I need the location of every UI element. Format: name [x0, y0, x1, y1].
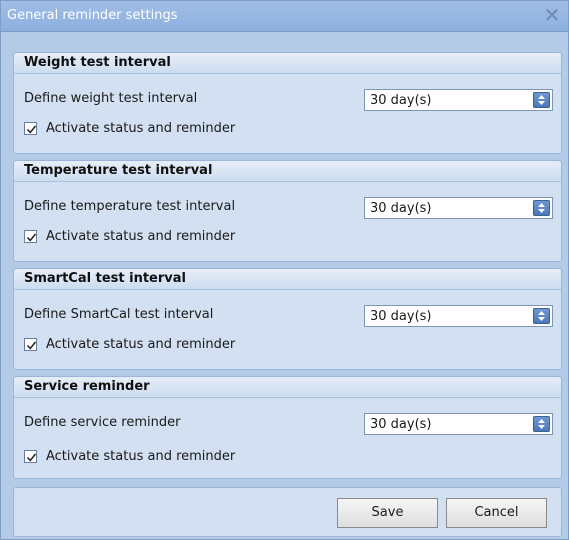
checkbox-checked[interactable]	[24, 450, 37, 463]
checkbox-label: Activate status and reminder	[46, 229, 236, 244]
temperature-interval-label: Define temperature test interval	[24, 199, 236, 214]
temperature-interval-spinner[interactable]: 30 day(s)	[364, 197, 553, 219]
dialog-footer: Save Cancel	[13, 487, 562, 537]
spinner-value: 30 day(s)	[370, 309, 432, 324]
close-icon[interactable]: ✕	[542, 5, 562, 25]
checkbox-label: Activate status and reminder	[46, 121, 236, 136]
smartcal-test-group: SmartCal test interval Define SmartCal t…	[13, 268, 562, 370]
weight-interval-label: Define weight test interval	[24, 91, 198, 106]
window-title: General reminder settings	[7, 8, 178, 23]
title-bar: General reminder settings ✕	[1, 1, 568, 32]
spin-updown-icon[interactable]	[533, 200, 550, 216]
smartcal-interval-label: Define SmartCal test interval	[24, 307, 214, 322]
spin-updown-icon[interactable]	[533, 308, 550, 324]
group-header: Weight test interval	[14, 53, 561, 74]
checkbox-checked[interactable]	[24, 338, 37, 351]
dialog-window: General reminder settings ✕ Weight test …	[0, 0, 569, 540]
service-reminder-spinner[interactable]: 30 day(s)	[364, 413, 553, 435]
group-header: Temperature test interval	[14, 161, 561, 182]
weight-interval-spinner[interactable]: 30 day(s)	[364, 89, 553, 111]
spinner-value: 30 day(s)	[370, 201, 432, 216]
spinner-value: 30 day(s)	[370, 417, 432, 432]
save-button[interactable]: Save	[337, 498, 438, 528]
temperature-test-group: Temperature test interval Define tempera…	[13, 160, 562, 262]
service-reminder-group: Service reminder Define service reminder…	[13, 376, 562, 479]
group-title: Service reminder	[24, 379, 150, 394]
smartcal-interval-spinner[interactable]: 30 day(s)	[364, 305, 553, 327]
checkbox-label: Activate status and reminder	[46, 337, 236, 352]
dialog-content: Weight test interval Define weight test …	[1, 32, 568, 539]
group-header: Service reminder	[14, 377, 561, 398]
checkbox-checked[interactable]	[24, 122, 37, 135]
spin-updown-icon[interactable]	[533, 92, 550, 108]
checkbox-label: Activate status and reminder	[46, 449, 236, 464]
cancel-button[interactable]: Cancel	[446, 498, 547, 528]
group-title: Weight test interval	[24, 55, 171, 70]
group-header: SmartCal test interval	[14, 269, 561, 290]
group-title: Temperature test interval	[24, 163, 213, 178]
service-reminder-label: Define service reminder	[24, 415, 181, 430]
checkbox-checked[interactable]	[24, 230, 37, 243]
spin-updown-icon[interactable]	[533, 416, 550, 432]
group-title: SmartCal test interval	[24, 271, 186, 286]
spinner-value: 30 day(s)	[370, 93, 432, 108]
weight-test-group: Weight test interval Define weight test …	[13, 52, 562, 154]
